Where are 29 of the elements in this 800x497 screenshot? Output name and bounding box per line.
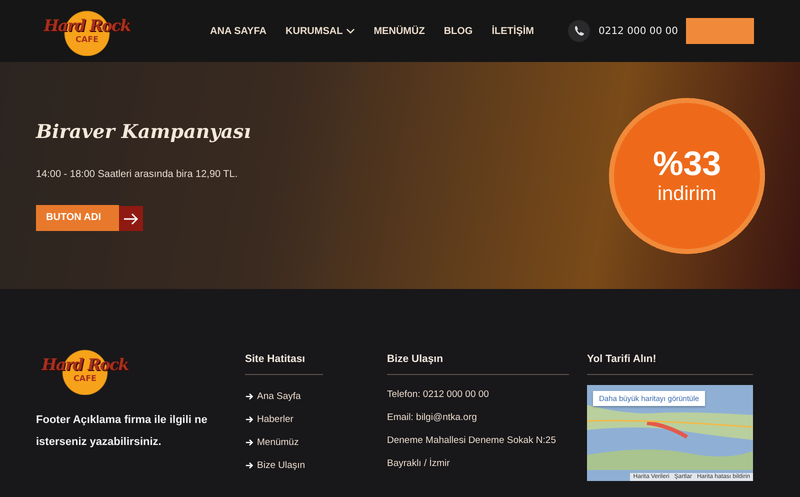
column-heading: Yol Tarifi Alın!	[587, 353, 658, 365]
nav-link[interactable]: İLETİŞİM	[492, 26, 534, 36]
contact-line: Email: bilgi@ntka.org	[387, 411, 478, 425]
hero-title: Biraver Kampanyası	[36, 120, 251, 142]
column-heading: Site Hatitası	[245, 353, 306, 365]
footer-link[interactable]: Menümüz	[257, 437, 299, 448]
phone-number: 0212 000 00 00	[598, 26, 678, 36]
nav-link[interactable]: ANA SAYFA	[210, 26, 266, 36]
hero-text: 14:00 - 18:00 Saatleri arasında bira 12,90 TL.	[36, 168, 239, 180]
footer-description: Footer Açıklama firma ile ilgili ne isterseniz yazabilirsiniz.	[36, 413, 208, 450]
column-heading: Bize Ulaşın	[387, 353, 444, 365]
nav-link[interactable]: BLOG	[444, 26, 473, 36]
arrow-right-icon[interactable]	[119, 204, 143, 230]
nav-link[interactable]: MENÜMÜZ	[374, 26, 425, 36]
arrow-right-icon	[245, 438, 254, 447]
contact-line: Telefon: 0212 000 00 00	[387, 388, 490, 402]
contact-line: Deneme Mahallesi Deneme Sokak N:25	[387, 434, 557, 448]
caret-icon	[346, 28, 355, 34]
discount-value: %33	[652, 145, 722, 183]
arrow-right-icon	[245, 415, 254, 424]
nav-link[interactable]: KURUMSAL	[286, 26, 355, 36]
footer-link[interactable]: Haberler	[257, 414, 294, 425]
phone-icon	[568, 20, 590, 42]
footer-link[interactable]: Ana Sayfa	[257, 391, 301, 402]
arrow-right-icon	[245, 392, 254, 401]
discount-label: indirim	[658, 183, 716, 206]
contact-line: Bayraklı / İzmir	[387, 456, 451, 471]
footer-link[interactable]: Bize Ulaşın	[257, 460, 306, 471]
arrow-right-icon	[245, 461, 254, 470]
